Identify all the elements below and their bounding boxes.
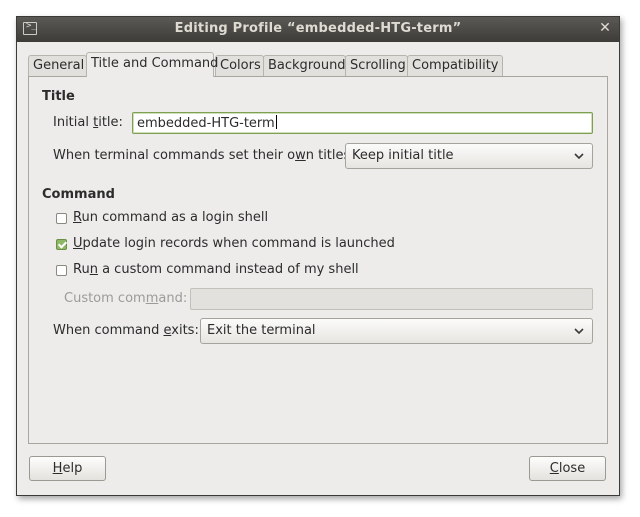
chevron-down-icon [574, 328, 584, 335]
tab-scrolling[interactable]: Scrolling [345, 55, 408, 76]
tab-background[interactable]: Background [263, 55, 346, 76]
login-shell-label[interactable]: Run command as a login shell [73, 210, 268, 225]
tab-title-and-command[interactable]: Title and Command [86, 52, 218, 77]
initial-title-input[interactable]: embedded-HTG-term [132, 112, 593, 134]
tab-panel: Title Initial title: embedded-HTG-term W… [28, 76, 608, 444]
titlebar[interactable]: >_ Editing Profile “embedded-HTG-term” ✕ [17, 17, 619, 42]
tab-compatibility[interactable]: Compatibility [407, 55, 503, 76]
custom-command-input [190, 288, 593, 310]
title-section-heading: Title [42, 89, 75, 104]
custom-command-checkbox[interactable] [56, 265, 67, 276]
update-records-checkbox[interactable] [56, 239, 67, 250]
custom-command-label: Custom command: [64, 291, 188, 306]
initial-title-label: Initial title: [53, 115, 123, 130]
profile-dialog: >_ Editing Profile “embedded-HTG-term” ✕… [16, 16, 620, 496]
own-titles-label: When terminal commands set their own tit… [53, 148, 355, 163]
custom-command-toggle-label[interactable]: Run a custom command instead of my shell [73, 262, 359, 277]
text-caret [275, 115, 277, 129]
window-title: Editing Profile “embedded-HTG-term” [174, 21, 462, 36]
tab-general[interactable]: General [28, 55, 87, 76]
chevron-down-icon [574, 153, 584, 160]
login-shell-checkbox[interactable] [56, 213, 67, 224]
command-section-heading: Command [42, 187, 115, 202]
update-records-label[interactable]: Update login records when command is lau… [73, 236, 395, 251]
command-exits-dropdown[interactable]: Exit the terminal [200, 318, 593, 344]
help-button[interactable]: Help [29, 456, 106, 481]
own-titles-dropdown[interactable]: Keep initial title [345, 143, 593, 169]
tab-colors[interactable]: Colors [215, 55, 264, 76]
command-exits-label: When command exits: [53, 323, 199, 338]
close-icon[interactable]: ✕ [597, 20, 613, 36]
close-button[interactable]: Close [529, 456, 606, 481]
